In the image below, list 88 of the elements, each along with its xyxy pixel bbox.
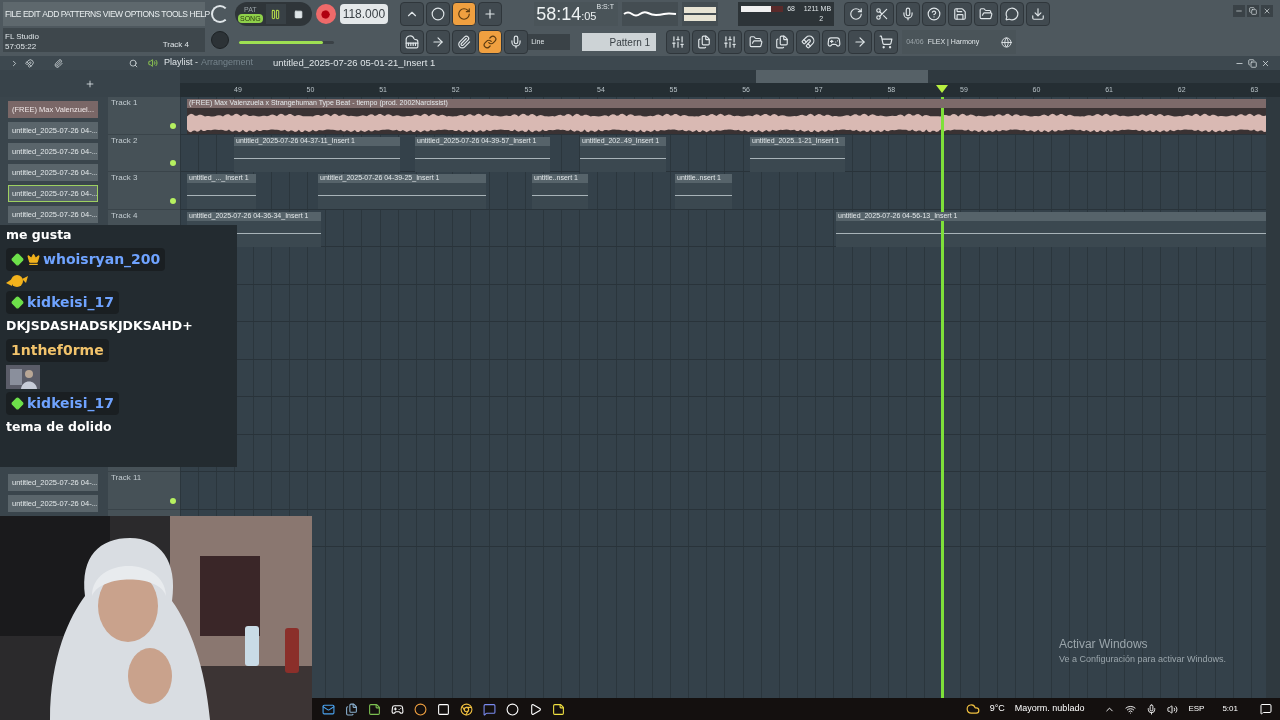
zoom-icon[interactable]	[129, 58, 138, 68]
add-icon[interactable]	[85, 78, 95, 89]
cart-icon[interactable]	[874, 30, 899, 54]
username: whoisryan_200	[43, 249, 161, 270]
chat-icon[interactable]	[1000, 2, 1025, 26]
pause-icon	[270, 8, 282, 20]
language[interactable]: ESP	[1188, 703, 1205, 715]
gamepad-icon[interactable]	[391, 702, 404, 716]
scissors-icon[interactable]	[870, 2, 895, 26]
pattern-selector[interactable]: Pattern 1	[582, 33, 657, 51]
close-button[interactable]	[1261, 5, 1273, 17]
chat-message: tema de dolido	[6, 417, 112, 436]
activation-text: Ve a Configuración para activar Windows.	[1058, 652, 1226, 666]
note-icon[interactable]	[552, 702, 565, 716]
menu-item[interactable]: PATTERNS	[60, 7, 101, 21]
song-time: 58:14	[536, 3, 582, 26]
username: 1nthef0rme	[11, 340, 104, 360]
diamond-icon	[11, 396, 24, 410]
track-name: Track 1	[111, 97, 139, 109]
hint-time: 57:05:22	[5, 42, 38, 52]
scrollbar[interactable]	[1266, 97, 1280, 698]
track-name: Track 11	[111, 472, 143, 484]
menu-item[interactable]: HELP	[189, 7, 210, 21]
restore-icon	[1249, 7, 1257, 15]
clock[interactable]: 5:01	[1222, 703, 1238, 715]
stop-icon	[294, 9, 304, 19]
master-volume-slider[interactable]	[239, 40, 334, 44]
track-name: Track 2	[111, 134, 139, 147]
diamond-icon	[11, 295, 24, 309]
hint-title: FL Studio	[5, 32, 39, 42]
network-icon[interactable]	[1125, 703, 1137, 715]
globe-icon	[1001, 36, 1013, 48]
playhead-marker-icon[interactable]	[936, 85, 948, 93]
menu-item[interactable]: ADD	[42, 7, 59, 21]
menu-item[interactable]: VIEW	[102, 7, 123, 21]
hint-track: Track 4	[162, 39, 189, 51]
crown-icon	[27, 252, 40, 266]
refresh-icon[interactable]	[844, 2, 869, 26]
player-icon[interactable]	[529, 702, 542, 716]
microphone-icon[interactable]	[896, 2, 921, 26]
username: kidkeisi_17	[27, 393, 114, 414]
diamond-icon	[11, 252, 24, 266]
menu-item[interactable]: TOOLS	[161, 7, 188, 21]
track-name: Track 4	[111, 209, 139, 222]
files-icon[interactable]	[770, 30, 795, 54]
mail-icon[interactable]	[322, 702, 335, 716]
emote-icon	[6, 273, 28, 288]
temperature: 9°C	[989, 702, 1005, 716]
menu-icon[interactable]	[10, 58, 19, 68]
wait-icon[interactable]	[426, 2, 451, 26]
speaker-icon[interactable]	[148, 58, 158, 68]
record-icon	[321, 9, 331, 19]
magnet-icon[interactable]	[25, 58, 34, 68]
forecast: Mayorm. nublado	[1014, 702, 1085, 716]
restore-button[interactable]	[1247, 5, 1259, 17]
help-icon[interactable]	[922, 2, 947, 26]
chat-message: me gusta	[6, 226, 72, 244]
paperclip-icon[interactable]	[54, 58, 63, 68]
track-enable-led[interactable]	[170, 122, 176, 129]
microphone-icon[interactable]	[1146, 703, 1158, 715]
menu-item[interactable]: EDIT	[22, 7, 41, 21]
restore-icon[interactable]	[1248, 58, 1257, 68]
cpu-meter	[741, 5, 784, 12]
chat-message: DKJSDASHADSKJDKSAHD+	[6, 316, 193, 335]
playlist-title: Playlist -	[164, 56, 198, 70]
track-enable-led[interactable]	[170, 160, 176, 166]
close-icon	[1263, 7, 1271, 15]
mixer-icon[interactable]	[718, 30, 743, 54]
menu-item[interactable]: OPTIONS	[124, 7, 160, 21]
track-enable-led[interactable]	[170, 197, 176, 204]
volume-icon[interactable]	[1167, 703, 1179, 715]
clip-source: untitled_2025-07-26 05-01-21_Insert 1	[273, 55, 436, 70]
tempo-field[interactable]: 118.000	[339, 4, 389, 24]
notification-icon[interactable]	[1260, 703, 1272, 715]
track-enable-led[interactable]	[170, 497, 176, 504]
files-icon[interactable]	[345, 702, 358, 716]
username: kidkeisi_17	[27, 292, 114, 313]
activation-title: Activar Windows	[1058, 635, 1149, 653]
track-name: Track 3	[111, 172, 139, 184]
download-icon[interactable]	[1026, 2, 1051, 26]
close-icon[interactable]	[1261, 58, 1270, 68]
pause-button[interactable]	[265, 4, 286, 24]
menu-item[interactable]: FILE	[5, 7, 21, 21]
piano-icon[interactable]	[400, 30, 425, 54]
minimize-icon	[1235, 7, 1243, 15]
song-time-ticks: :05	[581, 10, 597, 24]
app-icon[interactable]	[414, 702, 427, 716]
weather-icon[interactable]	[965, 702, 980, 716]
